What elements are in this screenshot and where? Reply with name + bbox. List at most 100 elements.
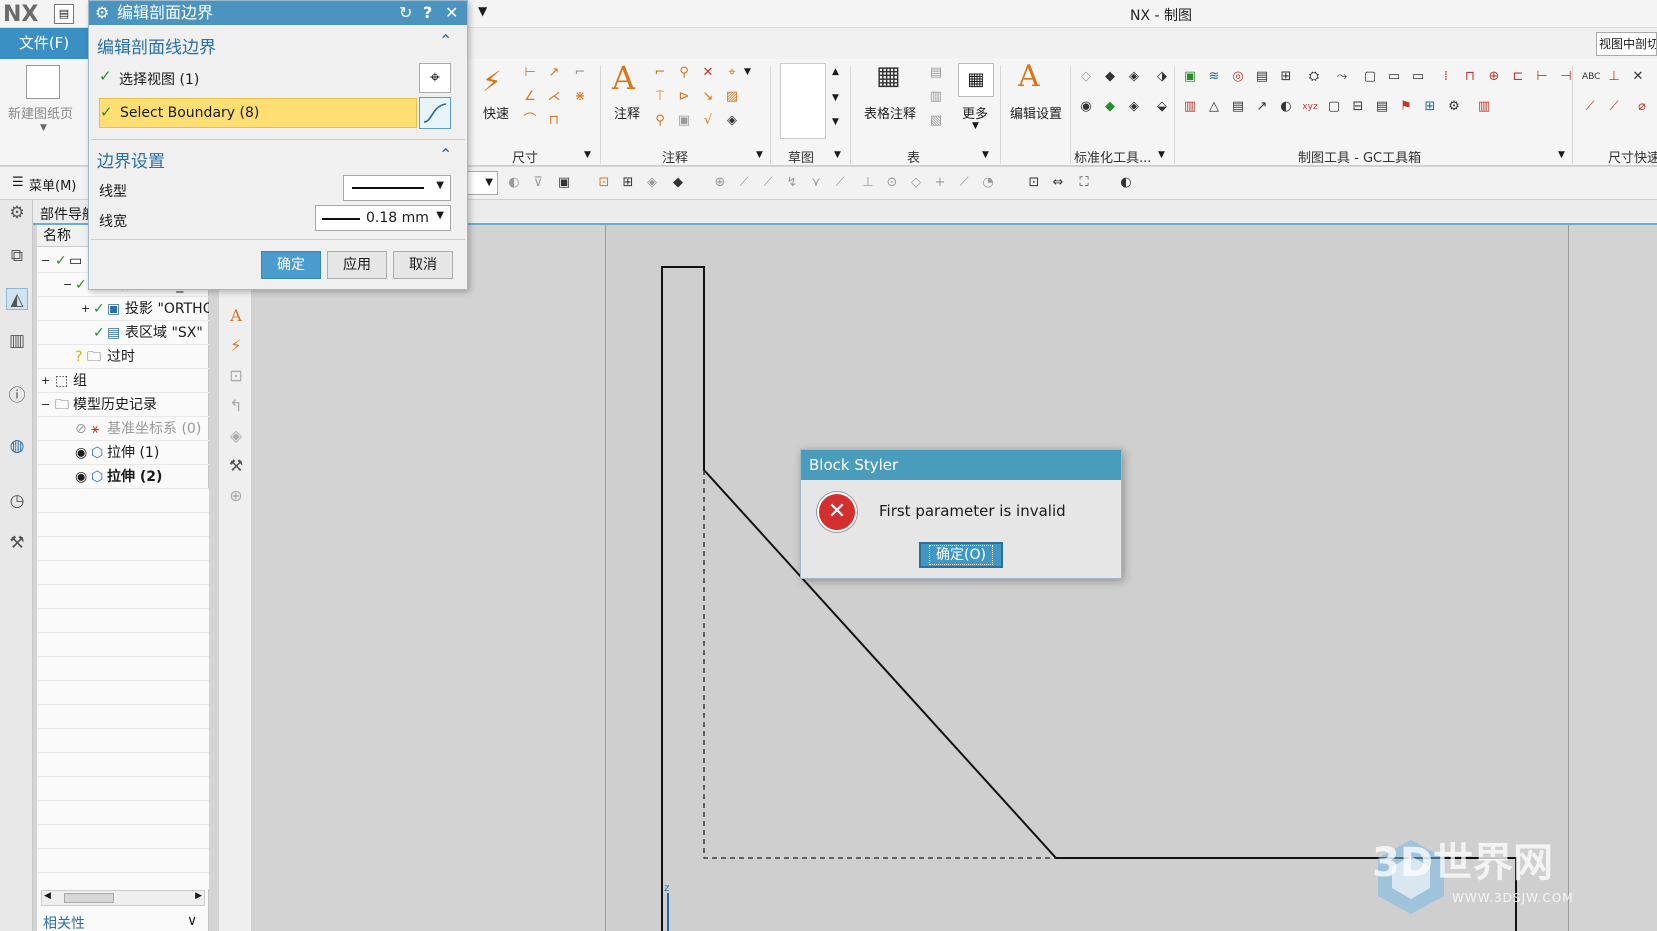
balloon-icon[interactable]: ⚲ <box>652 113 668 129</box>
note-tool-icon[interactable]: A <box>225 305 247 327</box>
check-mark-icon[interactable]: √ <box>700 113 716 129</box>
gc-tool-2-icon[interactable]: ≋ <box>1206 69 1222 85</box>
quick-dimension-icon[interactable]: ⚡ <box>482 65 502 98</box>
gc-tool-4-icon[interactable]: ▤ <box>1254 69 1270 85</box>
section-header-boundary[interactable]: 编辑剖面线边界 <box>97 33 216 58</box>
gc-tool-18-icon[interactable]: ▥ <box>1182 99 1198 115</box>
edit-tool-icon[interactable]: ⚒ <box>225 455 247 477</box>
quick-dim-4-icon[interactable]: ⟋ <box>1606 99 1622 115</box>
crosshair-icon[interactable]: ⌖ <box>419 63 451 93</box>
line-width-select[interactable]: 0.18 mm ▼ <box>315 205 451 231</box>
quick-dim-2-icon[interactable]: ✕ <box>1630 69 1646 85</box>
gc-tool-30-icon[interactable]: ▥ <box>1476 99 1492 115</box>
std-tool-7-icon[interactable]: ◈ <box>1126 99 1142 115</box>
related-panel-header[interactable]: 相关性 <box>43 913 85 931</box>
snap-4-icon[interactable]: ◈ <box>644 175 660 191</box>
snap-center-icon[interactable]: ⊙ <box>884 175 900 191</box>
gc-tool-1-icon[interactable]: ▣ <box>1182 69 1198 85</box>
view-tool-1-icon[interactable]: ⊡ <box>225 365 247 387</box>
image-icon[interactable]: ▣ <box>676 113 692 129</box>
gc-tool-17-icon[interactable]: ABC <box>1582 69 1600 85</box>
centerline-icon[interactable]: ⌖ <box>724 65 740 81</box>
chamfer-dim-icon[interactable]: ⋌ <box>546 89 562 105</box>
table-group-dropdown-icon[interactable]: ▼ <box>982 150 989 160</box>
view-tool-3-icon[interactable]: ◈ <box>225 425 247 447</box>
apply-button[interactable]: 应用 <box>327 251 387 279</box>
new-sheet-icon[interactable] <box>26 65 60 99</box>
section-header-settings[interactable]: 边界设置 <box>97 147 165 172</box>
datum-feature-icon[interactable]: ⚲ <box>676 65 692 81</box>
save-icon[interactable]: ▤ <box>54 4 74 24</box>
history-icon[interactable]: ◷ <box>6 490 28 512</box>
new-sheet-dropdown-icon[interactable]: ▼ <box>40 123 47 133</box>
more-dropdown-icon[interactable]: ▼ <box>972 121 979 131</box>
gc-toolbox-dropdown-icon[interactable]: ▼ <box>1558 150 1565 160</box>
info-icon[interactable]: ⓘ <box>6 385 28 407</box>
view-tool-2-icon[interactable]: ↰ <box>225 395 247 417</box>
gc-tool-27-icon[interactable]: ⚑ <box>1398 99 1414 115</box>
gc-tool-9-icon[interactable]: ▭ <box>1386 69 1402 85</box>
snap-perp-icon[interactable]: ⊥ <box>860 175 876 191</box>
snap-control-icon[interactable]: ↯ <box>784 175 800 191</box>
snap-on-curve-icon[interactable]: ⟋ <box>956 175 972 191</box>
view-section-box[interactable]: 视图中剖切 <box>1596 32 1657 56</box>
std-tool-5-icon[interactable]: ◉ <box>1078 99 1094 115</box>
reuse-library-icon[interactable]: ▥ <box>6 330 28 352</box>
chevron-down-icon[interactable]: ∨ <box>187 913 197 929</box>
gc-tool-6-icon[interactable]: ⛭ <box>1306 69 1322 85</box>
part-nav-icon[interactable]: ◭ <box>6 288 28 310</box>
thickness-dim-icon[interactable]: ⋇ <box>572 89 588 105</box>
weld-symbol-icon[interactable]: ⍑ <box>652 89 668 105</box>
annotation-group-dropdown-icon[interactable]: ▼ <box>756 150 763 160</box>
view-3-icon[interactable]: ⛶ <box>1076 175 1092 191</box>
snap-3-icon[interactable]: ⊞ <box>620 175 636 191</box>
datum-target-icon[interactable]: ✕ <box>700 65 716 81</box>
snap-1-icon[interactable]: ◐ <box>506 175 522 191</box>
snap-mid-icon[interactable]: ⟋ <box>760 175 776 191</box>
auto-balloon-icon[interactable]: ▥ <box>928 89 944 105</box>
quick-dim-5-icon[interactable]: ⌀ <box>1634 99 1650 115</box>
quick-dim-tool-icon[interactable]: ⚡ <box>225 335 247 357</box>
gc-tool-19-icon[interactable]: △ <box>1206 99 1222 115</box>
std-tool-6-icon[interactable]: ◆ <box>1102 99 1118 115</box>
snap-end-icon[interactable]: ⟋ <box>736 175 752 191</box>
ordinate-dim-icon[interactable]: ⌐ <box>572 65 588 81</box>
tree-row-group[interactable]: + ⬚ 组 <box>37 369 209 393</box>
horizontal-scrollbar[interactable]: ◀ ▶ <box>41 890 205 906</box>
gc-tool-10-icon[interactable]: ▭ <box>1410 69 1426 85</box>
sketch-scroll-up-icon[interactable]: ▲ <box>832 67 839 77</box>
tree-row-outdated[interactable]: ? 🗀 过时 <box>37 345 209 369</box>
view-4-icon[interactable]: ◐ <box>1118 175 1134 191</box>
gc-tool-11-icon[interactable]: ⁞ <box>1438 69 1454 85</box>
perimeter-dim-icon[interactable]: ⊓ <box>546 113 562 129</box>
gc-tool-23-icon[interactable]: xyz <box>1302 99 1318 115</box>
std-tool-4-icon[interactable]: ⬗ <box>1154 69 1170 85</box>
gc-tool-22-icon[interactable]: ◐ <box>1278 99 1294 115</box>
gc-tool-21-icon[interactable]: ↗ <box>1254 99 1270 115</box>
collapse-icon[interactable]: ⌃ <box>439 31 452 50</box>
area-fill-icon[interactable]: ◈ <box>724 113 740 129</box>
gc-tool-28-icon[interactable]: ⊞ <box>1422 99 1438 115</box>
arc-length-icon[interactable]: ⌒ <box>522 113 538 129</box>
surface-finish-icon[interactable]: ⊳ <box>676 89 692 105</box>
tree-row-model-history[interactable]: − 🗀 模型历史记录 <box>37 393 209 417</box>
gc-tool-7-icon[interactable]: ⤳ <box>1334 69 1350 85</box>
gc-tool-29-icon[interactable]: ⚙ <box>1446 99 1462 115</box>
select-tool-icon[interactable]: ▣ <box>556 175 572 191</box>
sketch-gallery[interactable] <box>780 63 826 139</box>
gc-tool-3-icon[interactable]: ◎ <box>1230 69 1246 85</box>
view-2-icon[interactable]: ⇔ <box>1050 175 1066 191</box>
add-tool-icon[interactable]: ⊕ <box>225 485 247 507</box>
tree-row-extrude-1[interactable]: ◉ ⬡ 拉伸 (1) <box>37 441 209 465</box>
gc-tool-13-icon[interactable]: ⊕ <box>1486 69 1502 85</box>
snap-existing-icon[interactable]: + <box>932 175 948 191</box>
gc-tool-24-icon[interactable]: ▢ <box>1326 99 1342 115</box>
settings-icon[interactable]: ⚙ <box>6 202 28 224</box>
view-1-icon[interactable]: ⊡ <box>1026 175 1042 191</box>
assembly-nav-icon[interactable]: ⧉ <box>6 245 28 267</box>
standardization-dropdown-icon[interactable]: ▼ <box>1158 150 1165 160</box>
gc-tool-5-icon[interactable]: ⊞ <box>1278 69 1294 85</box>
dialog-title-bar[interactable]: ⚙ 编辑剖面边界 ↻ ? ✕ <box>89 1 467 25</box>
std-tool-2-icon[interactable]: ◆ <box>1102 69 1118 85</box>
select-boundary-row[interactable]: ✓ Select Boundary (8) <box>99 98 417 128</box>
